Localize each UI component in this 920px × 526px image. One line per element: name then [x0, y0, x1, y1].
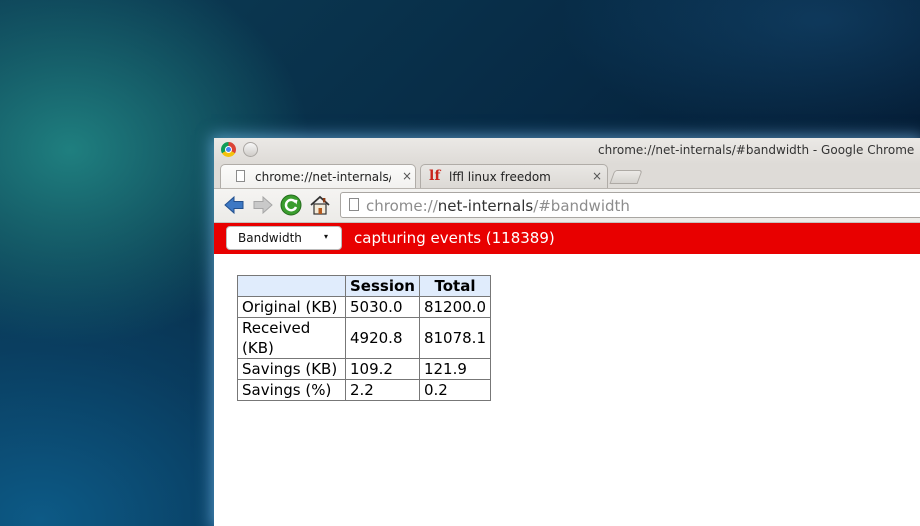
- table-row: Savings (KB) 109.2 121.9: [237, 358, 492, 380]
- table-cell: 81200.0: [418, 296, 492, 318]
- chrome-logo-icon: [221, 142, 236, 157]
- tab-net-internals[interactable]: chrome://net-internals/ ×: [220, 164, 416, 188]
- table-row: Received (KB) 4920.8 81078.1: [237, 317, 492, 359]
- page-icon: [236, 170, 245, 182]
- tab-label: lffl linux freedom: [449, 170, 551, 184]
- table-cell: 5030.0: [345, 296, 420, 318]
- reload-icon[interactable]: [280, 194, 302, 216]
- view-select-dropdown[interactable]: Bandwidth ▾: [226, 226, 342, 250]
- page-content: Session Total Original (KB) 5030.0 81200…: [214, 254, 920, 526]
- browser-window: chrome://net-internals/#bandwidth - Goog…: [214, 138, 920, 526]
- table-row: Savings (%) 2.2 0.2: [237, 379, 492, 401]
- view-select-value: Bandwidth: [238, 231, 302, 245]
- url-scheme: chrome://: [366, 197, 438, 215]
- url-host: net-internals: [437, 197, 534, 215]
- navigation-toolbar: chrome://net-internals/#bandwidth: [214, 189, 920, 223]
- table-header-cell: Session: [345, 275, 420, 297]
- tab-close-button[interactable]: ×: [592, 168, 602, 184]
- table-header-row: Session Total: [237, 275, 492, 297]
- url-path: /#bandwidth: [533, 197, 630, 215]
- table-header-cell: Total: [418, 275, 492, 297]
- table-cell: 4920.8: [345, 317, 420, 359]
- table-cell: 0.2: [418, 379, 492, 401]
- net-internals-status-bar: Bandwidth ▾ capturing events (118389): [214, 223, 920, 254]
- capture-status-text: capturing events (118389): [354, 229, 555, 247]
- tab-lffl[interactable]: lf lffl linux freedom ×: [420, 164, 608, 188]
- table-cell: Savings (%): [237, 379, 346, 401]
- back-arrow-icon[interactable]: [223, 194, 245, 216]
- window-menu-icon[interactable]: [243, 142, 258, 157]
- new-tab-icon[interactable]: [609, 170, 643, 184]
- table-row: Original (KB) 5030.0 81200.0: [237, 296, 492, 318]
- table-cell: 81078.1: [418, 317, 492, 359]
- title-bar[interactable]: chrome://net-internals/#bandwidth - Goog…: [214, 138, 920, 164]
- tab-strip: chrome://net-internals/ × lf lffl linux …: [214, 164, 920, 189]
- tab-label: chrome://net-internals/: [255, 170, 391, 184]
- page-icon: [349, 198, 359, 211]
- table-cell: Savings (KB): [237, 358, 346, 380]
- home-icon[interactable]: [309, 194, 331, 216]
- bandwidth-table: Session Total Original (KB) 5030.0 81200…: [237, 275, 492, 401]
- table-cell: 2.2: [345, 379, 420, 401]
- table-cell: Received (KB): [237, 317, 346, 359]
- lffl-favicon-icon: lf: [429, 168, 441, 184]
- table-cell: 121.9: [418, 358, 492, 380]
- table-header-cell: [237, 275, 346, 297]
- address-bar[interactable]: chrome://net-internals/#bandwidth: [340, 192, 920, 218]
- table-cell: Original (KB): [237, 296, 346, 318]
- tab-close-button[interactable]: ×: [402, 168, 412, 184]
- forward-arrow-icon[interactable]: [252, 194, 274, 216]
- table-cell: 109.2: [345, 358, 420, 380]
- url-text[interactable]: chrome://net-internals/#bandwidth: [366, 197, 630, 215]
- window-title: chrome://net-internals/#bandwidth - Goog…: [598, 143, 915, 157]
- dropdown-arrow-icon: ▾: [324, 232, 329, 241]
